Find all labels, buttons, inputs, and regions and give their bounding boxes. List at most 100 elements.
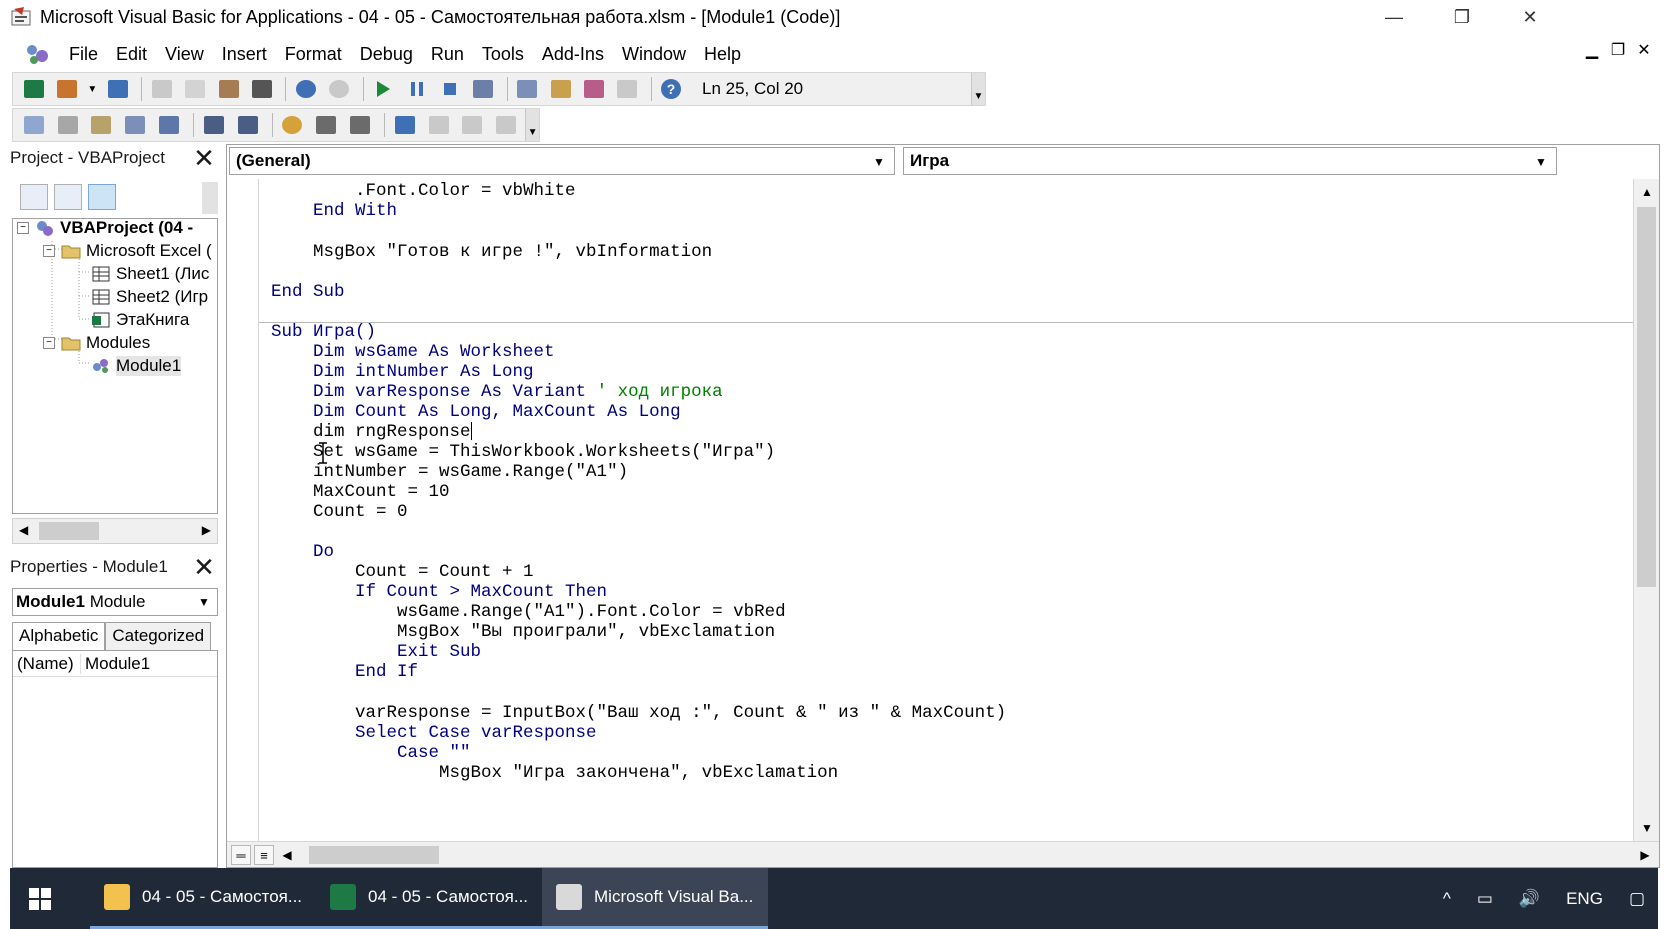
close-button[interactable]: ✕ xyxy=(1496,0,1564,34)
view-code-button[interactable] xyxy=(20,184,48,210)
scroll-left-icon[interactable]: ◀ xyxy=(19,523,28,537)
language-indicator[interactable]: ENG xyxy=(1566,889,1603,909)
reset-button[interactable] xyxy=(435,75,464,103)
toolbar-options-icon[interactable]: ▼ xyxy=(971,73,985,105)
code-editor[interactable]: .Font.Color = vbWhite End With MsgBox "Г… xyxy=(259,179,1633,841)
help-icon[interactable]: ? xyxy=(657,75,686,103)
start-button[interactable] xyxy=(10,868,70,929)
full-module-view-button[interactable]: ≡ xyxy=(254,845,274,865)
volume-icon[interactable]: 🔊 xyxy=(1519,889,1540,909)
comment-block-button[interactable] xyxy=(311,111,341,139)
indent-button[interactable] xyxy=(199,111,229,139)
menu-format[interactable]: Format xyxy=(276,39,351,69)
properties-object-select[interactable]: Module1 Module ▼ xyxy=(12,588,218,616)
toggle-bookmark-button[interactable] xyxy=(390,111,420,139)
tab-categorized[interactable]: Categorized xyxy=(105,622,212,650)
toolbar-options-icon[interactable]: ▼ xyxy=(525,109,540,141)
tree-expander[interactable]: − xyxy=(43,337,55,349)
taskbar-item-explorer[interactable]: 04 - 05 - Самостоя... xyxy=(90,868,316,929)
design-mode-button[interactable] xyxy=(469,75,498,103)
menu-file[interactable]: File xyxy=(60,39,107,69)
menu-insert[interactable]: Insert xyxy=(213,39,276,69)
view-excel-button[interactable] xyxy=(19,75,48,103)
mdi-minimize-button[interactable]: ▁ xyxy=(1580,40,1604,60)
object-combo[interactable]: (General) ▼ xyxy=(229,147,895,175)
menu-debug[interactable]: Debug xyxy=(351,39,422,69)
code-margin-indicator-bar[interactable] xyxy=(227,179,259,841)
complete-word-button[interactable] xyxy=(154,111,184,139)
taskbar-item-vba[interactable]: Microsoft Visual Ba... xyxy=(542,868,768,929)
taskbar-item-excel[interactable]: 04 - 05 - Самостоя... xyxy=(316,868,542,929)
toggle-folders-button[interactable] xyxy=(88,184,116,210)
scroll-right-icon[interactable]: ▶ xyxy=(1633,842,1657,868)
tree-node-module1[interactable]: Module1 xyxy=(91,354,182,378)
undo-button[interactable] xyxy=(291,75,320,103)
tree-node-excel-objects[interactable]: − Microsoft Excel ( xyxy=(43,239,212,263)
tree-node-vbaproject[interactable]: − VBAProject (04 - xyxy=(17,219,193,240)
insert-userform-button[interactable] xyxy=(52,75,81,103)
properties-close-button[interactable]: ✕ xyxy=(188,551,220,583)
tray-overflow-icon[interactable]: ^ xyxy=(1443,889,1451,909)
mdi-restore-button[interactable]: ❐ xyxy=(1606,40,1630,60)
code-hscrollbar[interactable]: ═ ≡ ◀ ▶ xyxy=(227,841,1659,867)
project-tree-hscrollbar[interactable]: ◀ ▶ xyxy=(12,518,218,544)
vba-system-menu-icon[interactable] xyxy=(24,42,52,66)
scroll-thumb[interactable] xyxy=(39,522,99,540)
clear-bookmarks-button[interactable] xyxy=(491,111,521,139)
outdent-button[interactable] xyxy=(233,111,263,139)
chevron-down-icon[interactable]: ▼ xyxy=(1530,151,1552,173)
scroll-down-icon[interactable]: ▼ xyxy=(1634,815,1660,841)
toggle-breakpoint-button[interactable] xyxy=(278,111,308,139)
code-vscrollbar[interactable]: ▲ ▼ xyxy=(1633,179,1659,841)
scroll-right-icon[interactable]: ▶ xyxy=(202,523,211,537)
menu-edit[interactable]: Edit xyxy=(107,39,156,69)
scroll-up-icon[interactable]: ▲ xyxy=(1634,179,1660,205)
chevron-down-icon[interactable]: ▼ xyxy=(193,591,215,613)
tree-node-sheet1[interactable]: Sheet1 (Лис xyxy=(91,262,209,286)
property-row[interactable]: (Name) Module1 xyxy=(13,651,217,677)
quick-info-button[interactable] xyxy=(87,111,117,139)
parameter-info-button[interactable] xyxy=(120,111,150,139)
run-sub-button[interactable] xyxy=(369,75,398,103)
project-explorer-close-button[interactable]: ✕ xyxy=(188,142,220,174)
insert-dropdown-icon[interactable]: ▼ xyxy=(86,75,100,103)
menu-help[interactable]: Help xyxy=(695,39,750,69)
project-toolbar-grip[interactable] xyxy=(202,182,218,214)
scroll-thumb[interactable] xyxy=(1637,207,1656,587)
list-properties-button[interactable] xyxy=(19,111,49,139)
copy-button[interactable] xyxy=(181,75,210,103)
tab-alphabetic[interactable]: Alphabetic xyxy=(12,622,106,650)
menu-run[interactable]: Run xyxy=(422,39,473,69)
scroll-left-icon[interactable]: ◀ xyxy=(275,842,299,868)
menu-tools[interactable]: Tools xyxy=(473,39,533,69)
network-icon[interactable]: ▭ xyxy=(1477,889,1493,909)
procedure-combo[interactable]: Игра ▼ xyxy=(903,147,1557,175)
find-button[interactable] xyxy=(247,75,276,103)
previous-bookmark-button[interactable] xyxy=(458,111,488,139)
view-object-button[interactable] xyxy=(54,184,82,210)
redo-button[interactable] xyxy=(325,75,354,103)
tree-expander[interactable]: − xyxy=(43,245,55,257)
chevron-down-icon[interactable]: ▼ xyxy=(868,151,890,173)
minimize-button[interactable]: — xyxy=(1360,0,1428,34)
next-bookmark-button[interactable] xyxy=(424,111,454,139)
menu-view[interactable]: View xyxy=(156,39,213,69)
tree-node-modules[interactable]: − Modules xyxy=(43,331,150,355)
notifications-icon[interactable]: ▢ xyxy=(1629,889,1645,909)
toolbox-button[interactable] xyxy=(613,75,642,103)
restore-button[interactable]: ❐ xyxy=(1428,0,1496,34)
property-value[interactable]: Module1 xyxy=(81,654,150,674)
menu-window[interactable]: Window xyxy=(613,39,695,69)
cut-button[interactable] xyxy=(147,75,176,103)
mdi-close-button[interactable]: ✕ xyxy=(1632,40,1656,60)
break-button[interactable] xyxy=(402,75,431,103)
object-browser-button[interactable] xyxy=(579,75,608,103)
project-explorer-button[interactable] xyxy=(513,75,542,103)
tree-node-thisworkbook[interactable]: ЭтаКнига xyxy=(91,308,189,332)
save-button[interactable] xyxy=(103,75,132,103)
paste-button[interactable] xyxy=(214,75,243,103)
procedure-view-button[interactable]: ═ xyxy=(231,845,251,865)
tree-node-sheet2[interactable]: Sheet2 (Игр xyxy=(91,285,208,309)
properties-window-button[interactable] xyxy=(546,75,575,103)
tree-expander[interactable]: − xyxy=(17,222,29,234)
